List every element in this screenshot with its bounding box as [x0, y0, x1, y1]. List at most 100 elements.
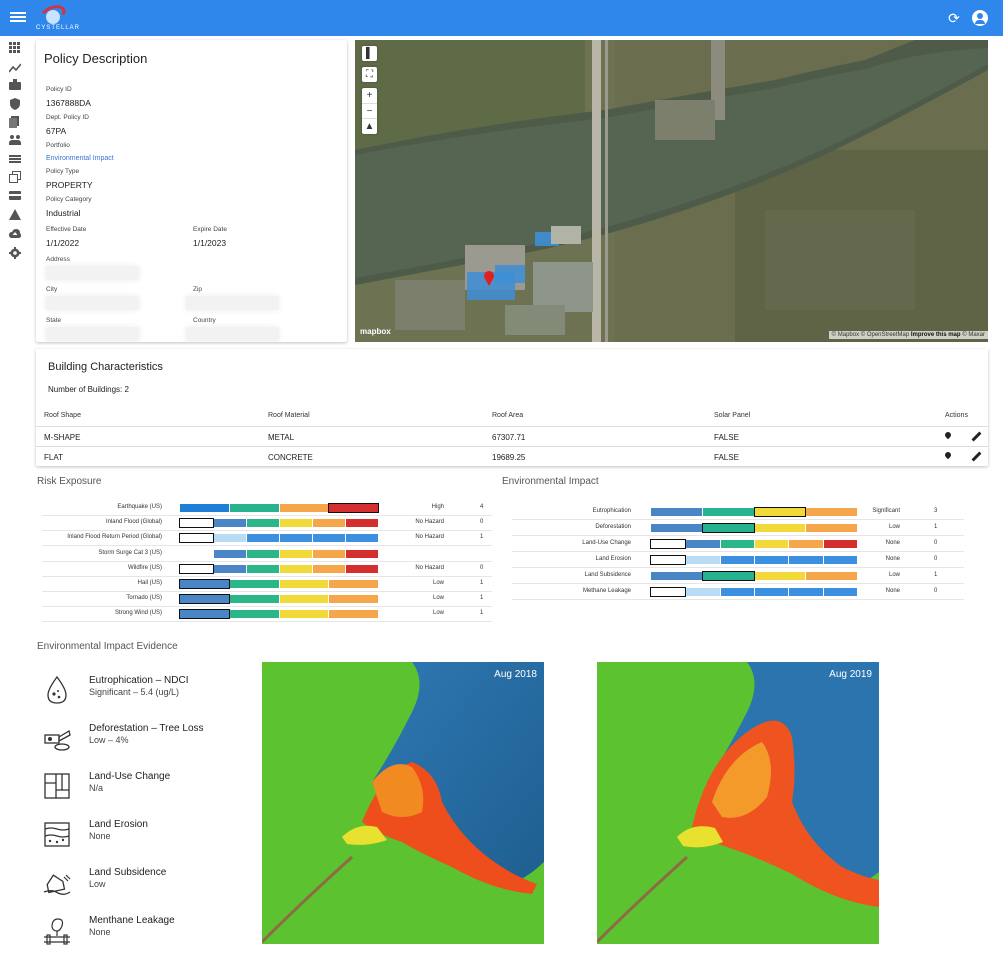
- evidence-item-land-subsidence[interactable]: Land Subsidence Low: [42, 865, 242, 905]
- map-fullscreen-control[interactable]: ⛶: [362, 67, 377, 82]
- evidence-item-methane-leakage[interactable]: Menthane Leakage None: [42, 913, 242, 953]
- ndci-image-2018[interactable]: Aug 2018: [262, 662, 544, 944]
- risk-level-segment: [213, 519, 246, 528]
- table-row: M-SHAPE METAL 67307.71 FALSE: [36, 426, 988, 446]
- app-bar: CYSTELLAR ⟳: [0, 0, 1003, 36]
- evidence-title-text: Menthane Leakage: [89, 915, 175, 926]
- map-layer-toggle[interactable]: ▌: [362, 46, 377, 61]
- evidence-item-eutrophication[interactable]: Eutrophication – NDCI Significant – 5.4 …: [42, 673, 242, 713]
- list-icon[interactable]: [9, 153, 21, 165]
- layers-icon[interactable]: [9, 171, 21, 183]
- impact-level-segment: [651, 572, 702, 580]
- impact-level-text: Low: [888, 524, 900, 530]
- shield-icon[interactable]: [9, 97, 21, 110]
- impact-level-segment: [823, 588, 857, 596]
- impact-level-bar: [649, 587, 857, 597]
- dept-id-value: 67PA: [46, 126, 67, 136]
- improve-map-link[interactable]: Improve this map: [911, 332, 961, 338]
- card-icon[interactable]: [9, 190, 21, 202]
- risk-level-segment: [345, 549, 378, 558]
- mapbox-logo[interactable]: mapbox: [360, 327, 391, 336]
- impact-score: 1: [934, 572, 938, 578]
- effective-date-label: Effective Date: [46, 226, 87, 233]
- evidence-item-land-erosion[interactable]: Land Erosion None: [42, 817, 242, 857]
- risk-level-marker: [179, 518, 214, 529]
- menu-icon[interactable]: [10, 10, 26, 26]
- state-label: State: [46, 317, 62, 324]
- edit-pencil-icon[interactable]: [971, 432, 981, 442]
- risk-level-segment: [246, 519, 279, 528]
- cloud-upload-icon[interactable]: [9, 227, 21, 239]
- account-icon[interactable]: [972, 10, 988, 26]
- people-icon[interactable]: [9, 134, 21, 146]
- location-pin-icon[interactable]: [944, 432, 952, 442]
- portfolio-link[interactable]: Environmental Impact: [46, 155, 114, 162]
- fullscreen-icon[interactable]: ⛶: [362, 67, 377, 82]
- parcel-map-icon: [44, 773, 70, 799]
- layer-toggle-icon[interactable]: ▌: [362, 46, 377, 61]
- building-count: Number of Buildings: 2: [48, 385, 129, 394]
- risk-level-segment: [279, 610, 329, 619]
- risk-row: Earthquake (US) High 4: [42, 501, 492, 516]
- brand-logo[interactable]: CYSTELLAR: [36, 2, 79, 32]
- risk-level-bar: [179, 563, 378, 574]
- policy-category-label: Policy Category: [46, 196, 92, 203]
- refresh-icon[interactable]: ⟳: [946, 10, 962, 26]
- evidence-item-land-use-change[interactable]: Land-Use Change N/a: [42, 769, 242, 809]
- impact-level-segment: [686, 540, 720, 548]
- risk-level-segment: [329, 610, 378, 619]
- zoom-out-button[interactable]: −: [362, 103, 377, 118]
- risk-level-bar: [179, 609, 378, 620]
- evidence-subtitle: Significant – 5.4 (ug/L): [89, 687, 180, 697]
- risk-level-marker: [179, 594, 230, 605]
- warning-icon[interactable]: [9, 208, 21, 220]
- policy-type-label: Policy Type: [46, 168, 80, 175]
- grid-icon[interactable]: [9, 42, 21, 54]
- country-label: Country: [193, 317, 216, 324]
- map-attribution-maxar[interactable]: © Maxar: [961, 332, 985, 338]
- risk-level-segment: [229, 580, 279, 588]
- risk-level-marker: [179, 533, 214, 544]
- impact-level-segment: [686, 556, 720, 564]
- risk-level-text: No Hazard: [415, 564, 444, 571]
- briefcase-icon[interactable]: [9, 79, 21, 91]
- compass-icon[interactable]: ▲: [362, 118, 377, 133]
- risk-score: 1: [480, 610, 484, 617]
- risk-label: Storm Surge Cat 3 (US): [98, 549, 162, 556]
- documents-icon[interactable]: [9, 116, 21, 128]
- impact-level-segment: [720, 540, 754, 548]
- impact-level-bar: [649, 539, 857, 549]
- impact-label: Land Erosion: [595, 556, 631, 562]
- zoom-in-button[interactable]: +: [362, 88, 377, 103]
- risk-row: Hail (US) Low 1: [42, 577, 492, 592]
- header-actions: Actions: [945, 412, 968, 419]
- risk-level-bar: [180, 549, 378, 558]
- trend-icon[interactable]: [8, 61, 22, 73]
- impact-level-segment: [686, 588, 720, 596]
- settings-icon[interactable]: [9, 246, 21, 259]
- risk-level-segment: [279, 580, 329, 588]
- impact-row: Land Erosion None 0: [512, 553, 964, 568]
- risk-level-segment: [279, 504, 329, 512]
- satellite-map[interactable]: ▌ ⛶ + − ▲ mapbox © Mapbox © OpenStreetMa…: [355, 40, 988, 342]
- evidence-item-deforestation[interactable]: Deforestation – Tree Loss Low – 4%: [42, 721, 242, 761]
- risk-level-segment: [213, 549, 246, 558]
- location-pin-icon[interactable]: [944, 452, 952, 462]
- risk-label: Wildfire (US): [128, 564, 162, 571]
- map-zoom-controls: + − ▲: [362, 88, 377, 134]
- risk-level-segment: [246, 549, 279, 558]
- policy-category-value: Industrial: [46, 208, 81, 218]
- risk-row: Storm Surge Cat 3 (US): [42, 547, 492, 562]
- map-attribution-credits[interactable]: © Mapbox © OpenStreetMap: [832, 332, 911, 338]
- ndci-image-2019[interactable]: Aug 2019: [597, 662, 879, 944]
- impact-row: Methane Leakage None 0: [512, 585, 964, 600]
- city-label: City: [46, 286, 58, 293]
- chainsaw-icon: [44, 729, 71, 751]
- impact-level-segment: [823, 540, 857, 548]
- impact-level-marker: [649, 539, 687, 549]
- risk-level-segment: [229, 595, 279, 604]
- cell-roof-area: 67307.71: [492, 433, 526, 442]
- impact-score: 1: [934, 524, 938, 530]
- edit-pencil-icon[interactable]: [971, 452, 981, 462]
- table-row: FLAT CONCRETE 19689.25 FALSE: [36, 446, 988, 466]
